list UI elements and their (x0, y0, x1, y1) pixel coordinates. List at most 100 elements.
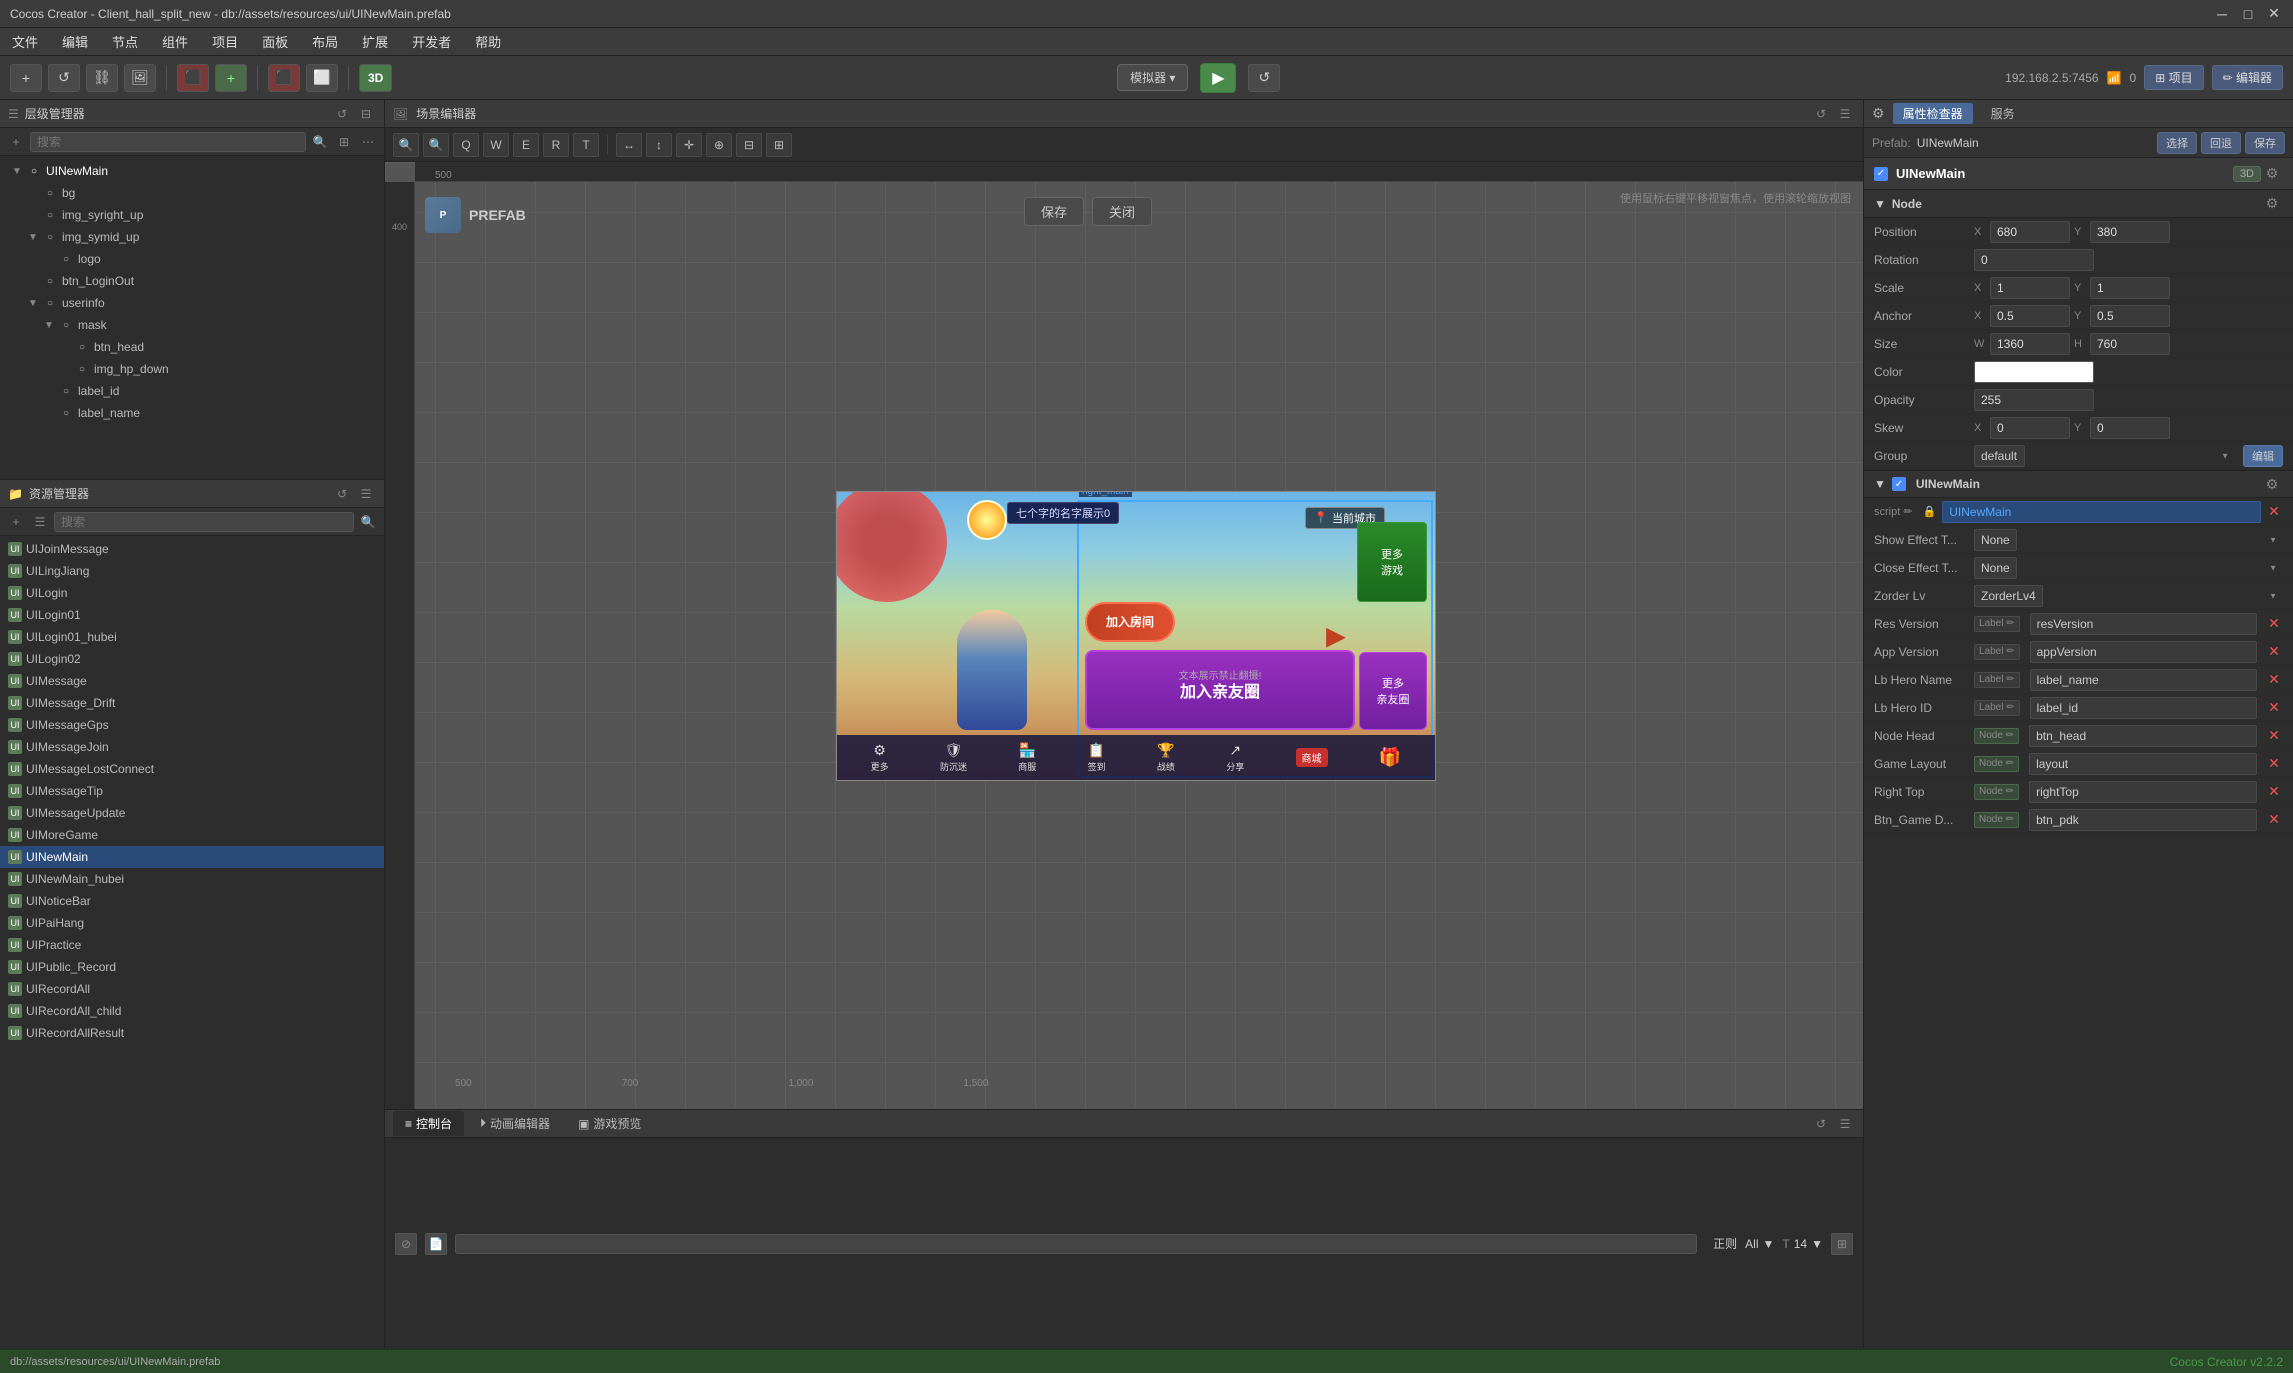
hierarchy-add[interactable]: + (6, 132, 26, 152)
component-checkbox[interactable]: ✓ (1874, 167, 1888, 181)
tree-item-btn-head[interactable]: ○ btn_head (0, 336, 384, 358)
scene-tool-t[interactable]: T (573, 133, 599, 157)
group-edit-btn[interactable]: 编辑 (2243, 445, 2283, 467)
right-top-input[interactable] (2029, 781, 2257, 803)
res-version-delete[interactable]: ✕ (2265, 615, 2283, 633)
tab-properties[interactable]: 属性检查器 (1893, 103, 1973, 124)
game-btn-shop[interactable]: 商城 (1296, 748, 1328, 767)
tree-item-img-syright-up[interactable]: ○ img_syright_up (0, 204, 384, 226)
position-x-input[interactable] (1990, 221, 2070, 243)
menu-layout[interactable]: 布局 (308, 30, 342, 53)
scene-tool-e[interactable]: E (513, 133, 539, 157)
res-version-input[interactable] (2030, 613, 2257, 635)
tree-item-img-hp-down[interactable]: ○ img_hp_down (0, 358, 384, 380)
game-btn-battle[interactable]: 🏆战绩 (1157, 742, 1175, 773)
asset-item-uijoinmessage[interactable]: UIUIJoinMessage (0, 538, 384, 560)
assets-refresh[interactable]: ↺ (332, 484, 352, 504)
uinewmain-section-header[interactable]: ▼ ✓ UINewMain ⚙ (1864, 470, 2293, 498)
scene-close-btn[interactable]: 关闭 (1092, 197, 1152, 226)
opacity-input[interactable] (1974, 389, 2094, 411)
menu-file[interactable]: 文件 (8, 30, 42, 53)
scene-save-btn[interactable]: 保存 (1024, 197, 1084, 226)
game-btn-share[interactable]: ↗分享 (1226, 742, 1244, 773)
menu-component[interactable]: 组件 (158, 30, 192, 53)
asset-item-uimessagejoin[interactable]: UIUIMessageJoin (0, 736, 384, 758)
asset-item-uimessagelostconnect[interactable]: UIUIMessageLostConnect (0, 758, 384, 780)
asset-item-uinewmain-hubei[interactable]: UIUINewMain_hubei (0, 868, 384, 890)
prefab-revert-btn[interactable]: 回退 (2201, 132, 2241, 154)
lb-hero-name-input[interactable] (2030, 669, 2257, 691)
asset-item-uirecordall[interactable]: UIUIRecordAll (0, 978, 384, 1000)
app-version-input[interactable] (2030, 641, 2257, 663)
lb-hero-id-input[interactable] (2030, 697, 2257, 719)
size-h-input[interactable] (2090, 333, 2170, 355)
menu-developer[interactable]: 开发者 (408, 30, 455, 53)
group-select[interactable]: default (1974, 445, 2025, 467)
size-w-input[interactable] (1990, 333, 2070, 355)
uinewmain-gear[interactable]: ⚙ (2261, 473, 2283, 495)
menu-extend[interactable]: 扩展 (358, 30, 392, 53)
menu-help[interactable]: 帮助 (471, 30, 505, 53)
console-file[interactable]: 📄 (425, 1233, 447, 1255)
tree-item-label-id[interactable]: ○ label_id (0, 380, 384, 402)
toolbar-add[interactable]: + (10, 64, 42, 92)
hierarchy-search-icon[interactable]: 🔍 (310, 132, 330, 152)
game-btn-checkin[interactable]: 📋签到 (1088, 742, 1106, 773)
node-head-delete[interactable]: ✕ (2265, 727, 2283, 745)
assets-search-input[interactable] (54, 512, 354, 532)
asset-item-uirecordall-child[interactable]: UIUIRecordAll_child (0, 1000, 384, 1022)
prefab-save-btn2[interactable]: 保存 (2245, 132, 2285, 154)
tree-arrow-userinfo[interactable]: ▼ (26, 298, 40, 309)
menu-panel[interactable]: 面板 (258, 30, 292, 53)
tree-item-btn-loginout[interactable]: ○ btn_LoginOut (0, 270, 384, 292)
script-input[interactable] (1942, 501, 2261, 523)
script-delete[interactable]: ✕ (2265, 503, 2283, 521)
project-btn[interactable]: ⊞ 项目 (2144, 65, 2203, 90)
right-top-delete[interactable]: ✕ (2265, 783, 2283, 801)
rotation-input[interactable] (1974, 249, 2094, 271)
show-effect-select[interactable]: None (1974, 529, 2017, 551)
refresh-btn[interactable]: ↺ (1248, 64, 1280, 92)
toolbar-record[interactable]: ⬜ (306, 64, 338, 92)
lb-hero-name-delete[interactable]: ✕ (2265, 671, 2283, 689)
scene-tool-cross[interactable]: ✛ (676, 133, 702, 157)
color-swatch[interactable] (1974, 361, 2094, 383)
assets-list-view[interactable]: ☰ (30, 512, 50, 532)
component-gear[interactable]: ⚙ (2261, 163, 2283, 185)
tree-item-mask[interactable]: ▼ ○ mask (0, 314, 384, 336)
asset-item-uipaihang[interactable]: UIUIPaiHang (0, 912, 384, 934)
console-clear[interactable]: ⊘ (395, 1233, 417, 1255)
scene-tool-move-v[interactable]: ↕ (646, 133, 672, 157)
asset-item-uilingjiang[interactable]: UIUILingJiang (0, 560, 384, 582)
toolbar-link[interactable]: ⛓ (86, 64, 118, 92)
toolbar-refresh[interactable]: ↺ (48, 64, 80, 92)
join-friends-btn[interactable]: 加入亲友圈 (1085, 650, 1355, 730)
hierarchy-options[interactable]: ⋯ (358, 132, 378, 152)
tree-arrow-mask[interactable]: ▼ (42, 320, 56, 331)
toolbar-3d[interactable]: 3D (359, 64, 392, 92)
position-y-input[interactable] (2090, 221, 2170, 243)
tree-item-img-symid-up[interactable]: ▼ ○ img_symid_up (0, 226, 384, 248)
bottom-refresh[interactable]: ↺ (1811, 1114, 1831, 1134)
uinewmain-checkbox[interactable]: ✓ (1892, 477, 1906, 491)
node-gear[interactable]: ⚙ (2261, 193, 2283, 215)
game-layout-delete[interactable]: ✕ (2265, 755, 2283, 773)
hierarchy-expand[interactable]: ⊞ (334, 132, 354, 152)
game-btn-store[interactable]: 🏪商服 (1018, 742, 1036, 773)
menu-project[interactable]: 项目 (208, 30, 242, 53)
close-button[interactable]: ✕ (2265, 5, 2283, 23)
scene-tool-center[interactable]: ⊟ (736, 133, 762, 157)
console-search-input[interactable] (455, 1234, 1697, 1254)
asset-item-uimessageupdate[interactable]: UIUIMessageUpdate (0, 802, 384, 824)
asset-item-uirecordallresult[interactable]: UIUIRecordAllResult (0, 1022, 384, 1044)
asset-item-uilogin[interactable]: UIUILogin (0, 582, 384, 604)
tree-item-logo[interactable]: ○ logo (0, 248, 384, 270)
skew-x-input[interactable] (1990, 417, 2070, 439)
tab-services[interactable]: 服务 (1981, 103, 2025, 124)
tab-console[interactable]: ≡ 控制台 (393, 1111, 464, 1136)
btn-game-d-delete[interactable]: ✕ (2265, 811, 2283, 829)
tree-item-userinfo[interactable]: ▼ ○ userinfo (0, 292, 384, 314)
scene-tool-search[interactable]: 🔍 (393, 133, 419, 157)
skew-y-input[interactable] (2090, 417, 2170, 439)
asset-item-uimoregame[interactable]: UIUIMoreGame (0, 824, 384, 846)
